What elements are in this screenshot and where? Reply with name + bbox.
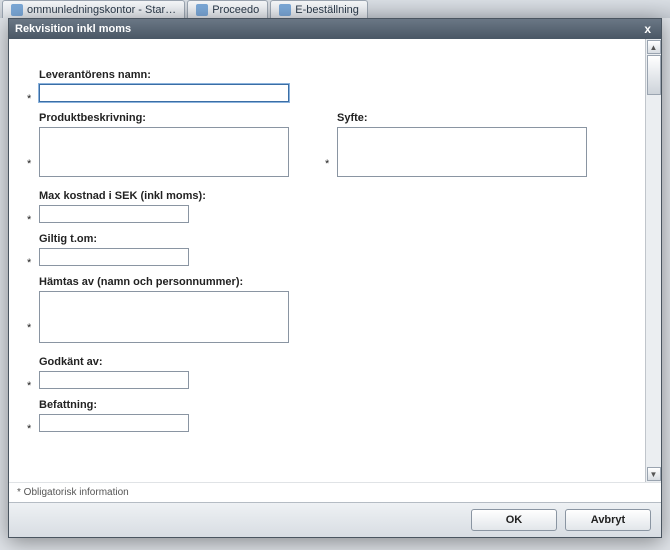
befattning-input[interactable] <box>39 414 189 432</box>
ok-button[interactable]: OK <box>471 509 557 531</box>
maxkostnad-input[interactable] <box>39 205 189 223</box>
leverantor-label: Leverantörens namn: <box>39 69 615 81</box>
modal-titlebar: Rekvisition inkl moms x <box>9 19 661 39</box>
required-info-note: * Obligatorisk information <box>9 482 661 502</box>
modal-body: * Leverantörens namn: * Produktbeskrivni… <box>9 39 645 482</box>
browser-tab[interactable]: Proceedo <box>187 0 268 18</box>
giltig-label: Giltig t.om: <box>39 233 615 245</box>
required-marker: * <box>27 93 31 105</box>
tab-favicon <box>11 4 23 16</box>
tab-favicon <box>196 4 208 16</box>
required-marker: * <box>325 158 329 170</box>
giltig-input[interactable] <box>39 248 189 266</box>
tab-label: Proceedo <box>212 4 259 16</box>
required-marker: * <box>27 214 31 226</box>
tab-label: ommunledningskontor - Star… <box>27 4 176 16</box>
godkant-input[interactable] <box>39 371 189 389</box>
close-icon[interactable]: x <box>640 22 655 36</box>
hamtas-label: Hämtas av (namn och personnummer): <box>39 276 615 288</box>
leverantor-input[interactable] <box>39 84 289 102</box>
produktbeskrivning-label: Produktbeskrivning: <box>39 112 317 124</box>
required-marker: * <box>27 423 31 435</box>
scroll-down-icon[interactable]: ▼ <box>647 467 661 481</box>
cancel-button[interactable]: Avbryt <box>565 509 651 531</box>
browser-tab[interactable]: ommunledningskontor - Star… <box>2 0 185 18</box>
produktbeskrivning-input[interactable] <box>39 127 289 177</box>
required-marker: * <box>27 380 31 392</box>
modal-title: Rekvisition inkl moms <box>15 23 131 35</box>
tab-label: E-beställning <box>295 4 359 16</box>
required-marker: * <box>27 158 31 170</box>
modal-dialog: Rekvisition inkl moms x * Leverantörens … <box>8 18 662 538</box>
scroll-up-icon[interactable]: ▲ <box>647 40 661 54</box>
syfte-input[interactable] <box>337 127 587 177</box>
syfte-label: Syfte: <box>337 112 615 124</box>
browser-tabs: ommunledningskontor - Star… Proceedo E-b… <box>0 0 670 18</box>
godkant-label: Godkänt av: <box>39 356 615 368</box>
required-marker: * <box>27 257 31 269</box>
tab-favicon <box>279 4 291 16</box>
button-bar: OK Avbryt <box>9 502 661 537</box>
scroll-thumb[interactable] <box>647 55 661 95</box>
maxkostnad-label: Max kostnad i SEK (inkl moms): <box>39 190 615 202</box>
befattning-label: Befattning: <box>39 399 615 411</box>
scrollbar[interactable]: ▲ ▼ <box>645 39 661 482</box>
hamtas-input[interactable] <box>39 291 289 343</box>
required-marker: * <box>27 322 31 334</box>
browser-tab[interactable]: E-beställning <box>270 0 368 18</box>
